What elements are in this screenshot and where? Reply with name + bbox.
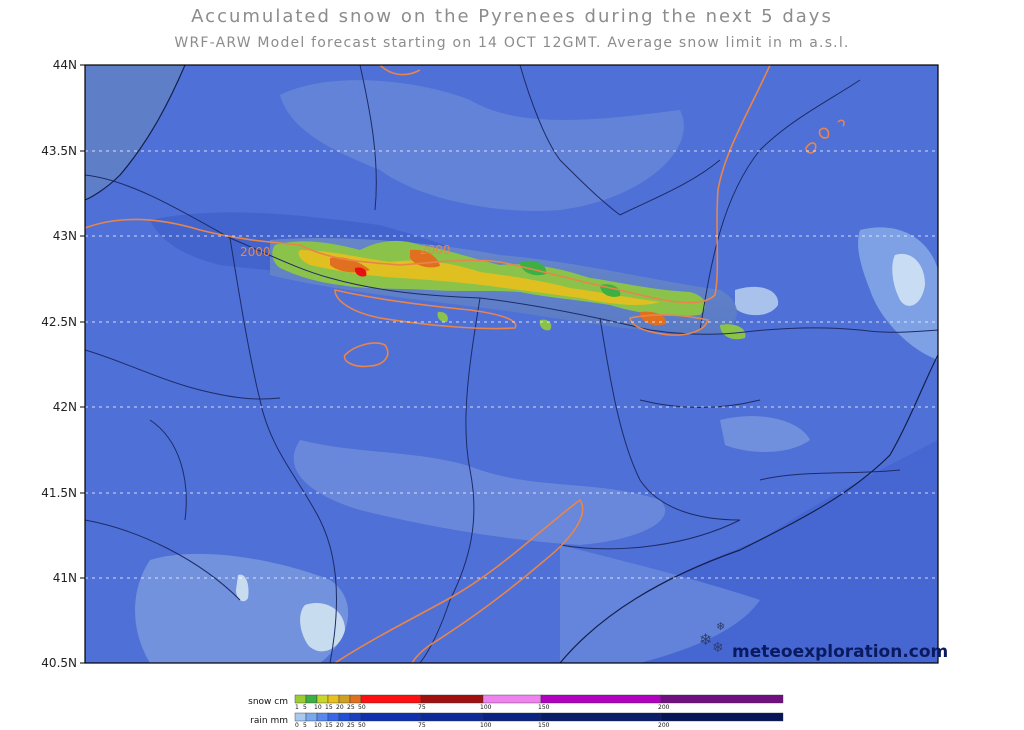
lat-label: 42N [52,400,77,414]
legend-tick-label: 50 [358,704,366,711]
legend-tick-label: 5 [303,722,307,729]
legend-rain-bar [294,712,784,722]
legend-tick-label: 10 [314,704,322,711]
lat-label: 43N [52,229,77,243]
lat-label: 43.5N [41,144,77,158]
legend-tick-label: 75 [418,704,426,711]
snowflake-icon: ❄ [699,630,713,649]
legend-tick-label: 50 [358,722,366,729]
legend-tick-label: 20 [336,722,344,729]
legend-swatch [327,712,340,722]
legend-tick-label: 200 [658,722,670,729]
legend-swatch [360,694,422,704]
legend-rain-label: rain mm [250,716,288,726]
legend-tick-label: 10 [314,722,322,729]
legend-swatch [294,694,307,704]
forecast-map: 2000 2000 [80,64,939,722]
legend-tick-label: 0 [295,722,299,729]
lat-label: 40.5N [41,656,77,670]
legend-swatch [660,712,784,722]
legend-swatch [338,712,351,722]
legend-swatch [349,694,362,704]
legend-swatch [540,712,662,722]
legend-tick-label: 75 [418,722,426,729]
legend-swatch [349,712,362,722]
legend-swatch [294,712,307,722]
legend-swatch [360,712,422,722]
legend-tick-label: 5 [303,704,307,711]
contour-label: 2000 [240,245,271,259]
legend-swatch [420,712,484,722]
legend-tick-label: 15 [325,704,333,711]
legend-tick-label: 200 [658,704,670,711]
legend-tick-label: 20 [336,704,344,711]
legend-swatch [305,694,318,704]
legend-tick-label: 150 [538,704,550,711]
legend-swatch [316,694,329,704]
legend-swatch [482,694,542,704]
legend-swatch [482,712,542,722]
legend-tick-label: 15 [325,722,333,729]
legend-swatch [338,694,351,704]
legend-snow-bar [294,694,784,704]
map-plot-area [85,65,938,663]
lat-label: 41.5N [41,486,77,500]
legend-tick-label: 100 [480,704,492,711]
legend-snow-label: snow cm [248,697,288,707]
lat-label: 42.5N [41,315,77,329]
legend-swatch [660,694,784,704]
legend-tick-label: 1 [295,704,299,711]
brand-watermark: meteoexploration.com [732,642,949,662]
legend-tick-label: 150 [538,722,550,729]
legend-swatch [420,694,484,704]
lat-label: 44N [52,58,77,72]
legend-swatch [316,712,329,722]
legend-swatch [305,712,318,722]
legend-swatch [327,694,340,704]
legend-tick-label: 25 [347,722,355,729]
contour-label: 2000 [420,243,451,257]
axis-ticks [80,64,85,664]
snowflake-icon: ❄ [712,640,724,656]
snowflake-icon: ❄ [716,620,726,633]
legend-tick-label: 25 [347,704,355,711]
legend-swatch [540,694,662,704]
lat-label: 41N [52,571,77,585]
legend-tick-label: 100 [480,722,492,729]
